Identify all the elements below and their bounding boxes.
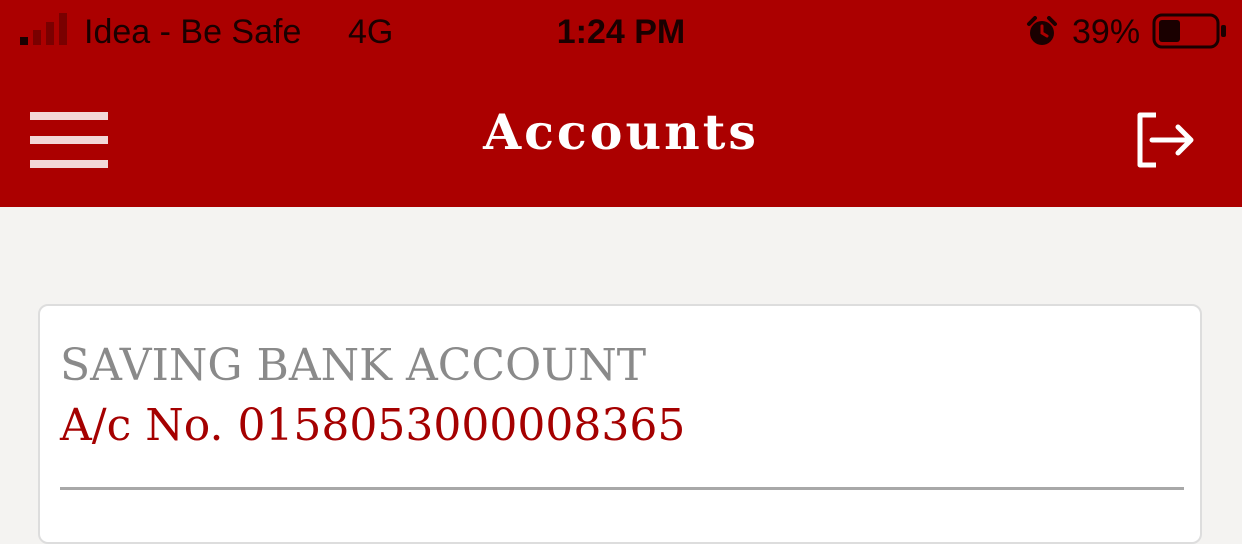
account-card[interactable]: SAVING BANK ACCOUNT A/c No. 015805300000… <box>38 304 1202 544</box>
account-number-value: 0158053000008365 <box>237 400 686 451</box>
account-type-label: SAVING BANK ACCOUNT <box>60 340 647 391</box>
network-type: 4G <box>348 13 394 51</box>
page-title: Accounts <box>483 103 759 161</box>
navigation-bar: Accounts <box>0 66 1242 207</box>
card-divider <box>60 487 1184 490</box>
carrier-name: Idea - Be Safe <box>84 13 302 51</box>
logout-icon[interactable] <box>1134 112 1196 168</box>
status-bar: Idea - Be Safe 4G 1:24 PM 39% <box>0 0 1242 66</box>
account-number-prefix: A/c No. <box>60 400 224 451</box>
status-time: 1:24 PM <box>556 13 686 51</box>
battery-percent: 39% <box>1072 13 1141 51</box>
alarm-clock-icon <box>1027 16 1057 45</box>
hamburger-menu-icon[interactable] <box>28 110 110 170</box>
account-number: A/c No. 0158053000008365 <box>60 400 685 452</box>
battery-icon <box>1152 13 1226 49</box>
signal-strength-icon <box>20 13 67 45</box>
